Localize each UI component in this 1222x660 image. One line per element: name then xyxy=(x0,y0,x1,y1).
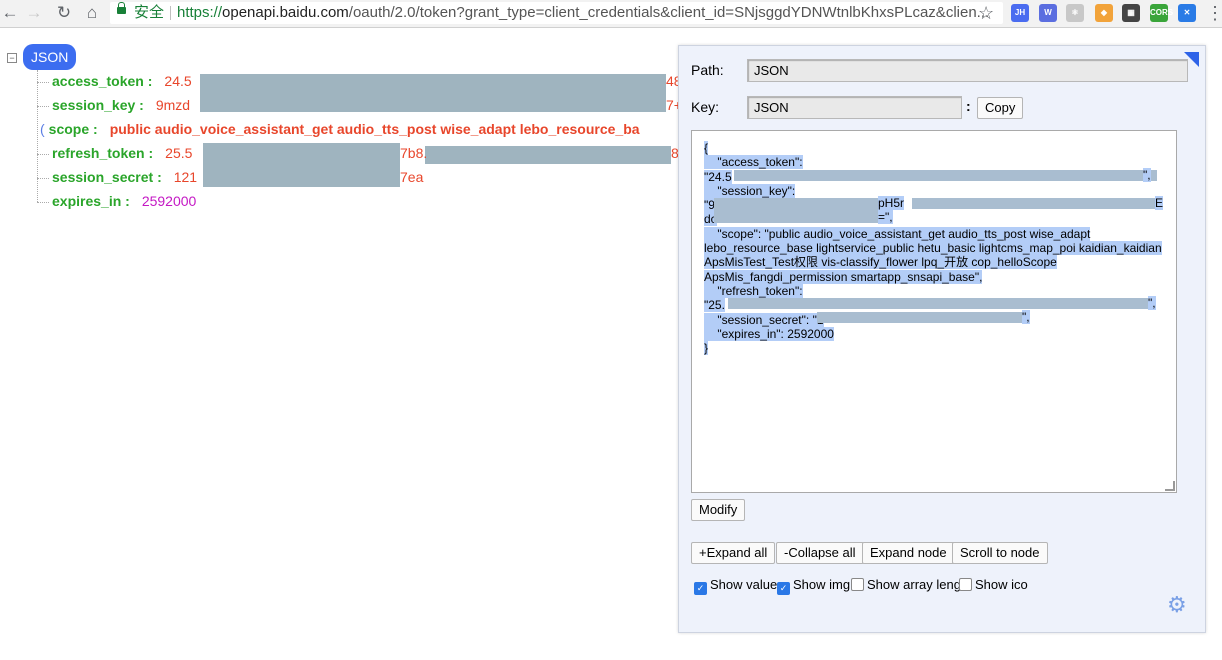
tree-row-expires-in[interactable]: expires_in : 2592000 xyxy=(37,190,196,212)
option-label: Show value xyxy=(710,577,778,592)
browser-menu-icon[interactable]: ⋮ xyxy=(1206,2,1222,24)
tree-key: access_token : xyxy=(52,73,153,89)
address-divider xyxy=(170,6,171,20)
tree-value: public audio_voice_assistant_get audio_t… xyxy=(109,121,640,137)
tree-key: expires_in : xyxy=(52,193,130,209)
check-icon[interactable]: ✓ xyxy=(777,582,790,595)
redaction-block xyxy=(817,312,1022,323)
tree-key: scope : xyxy=(48,121,98,137)
json-text-line: "expires_in": 2592000 xyxy=(704,326,834,341)
option-label: Show img xyxy=(793,577,851,592)
tree-row-session-secret[interactable]: session_secret : 121 xyxy=(37,166,197,188)
option-label: Show array leng xyxy=(867,577,961,592)
tree-key: session_secret : xyxy=(52,169,162,185)
url-path: /oauth/2.0/token?grant_type=client_crede… xyxy=(348,4,990,21)
redaction-block xyxy=(778,212,878,223)
resize-grip-icon[interactable] xyxy=(1165,481,1175,491)
path-label: Path: xyxy=(691,62,724,78)
json-text-line: { xyxy=(704,141,709,155)
tree-row-session-key[interactable]: session_key : 9mzd xyxy=(37,94,190,116)
redaction-block xyxy=(912,198,1155,209)
json-text-line: "refresh_token": xyxy=(704,283,803,298)
show-array-length-checkbox[interactable]: Show array leng xyxy=(851,577,961,593)
tree-key: session_key : xyxy=(52,97,144,113)
json-text-line: ApsMisTest_Test权限 vis-classify_flower lp… xyxy=(704,255,1057,270)
redaction-block xyxy=(200,74,666,112)
back-icon[interactable]: ← xyxy=(0,3,20,23)
collapse-toggle-icon[interactable]: − xyxy=(7,53,17,63)
json-text-fragment: =", xyxy=(878,210,893,224)
tree-value-mid: 7b8. xyxy=(400,145,428,161)
collapse-all-button[interactable]: -Collapse all xyxy=(776,542,864,564)
url-host: openapi.baidu.com xyxy=(222,4,349,21)
reload-icon[interactable]: ↻ xyxy=(54,3,74,23)
expand-all-button[interactable]: +Expand all xyxy=(691,542,776,564)
redaction-block xyxy=(728,298,1148,309)
checkbox-box[interactable] xyxy=(851,578,864,591)
tree-value: 121 xyxy=(173,169,198,185)
redaction-block xyxy=(203,143,400,187)
json-text-line: "scope": "public audio_voice_assistant_g… xyxy=(704,226,1091,241)
json-text-line: "access_token": xyxy=(704,155,803,170)
url-text[interactable]: https://openapi.baidu.com/oauth/2.0/toke… xyxy=(177,2,989,24)
blue-circle-extension-icon[interactable]: ✕ xyxy=(1178,4,1196,22)
bookmark-star-icon[interactable]: ☆ xyxy=(978,3,994,23)
tree-row-refresh-token[interactable]: refresh_token : 25.5 xyxy=(37,142,192,164)
json-textarea[interactable]: { "access_token": "24.5 "session_key": "9 d… xyxy=(691,130,1177,493)
checkbox-box[interactable] xyxy=(959,578,972,591)
tree-row-access-token[interactable]: access_token : 24.5 xyxy=(37,70,192,92)
option-label: Show ico xyxy=(975,577,1028,592)
address-bar[interactable]: 安全 https://openapi.baidu.com/oauth/2.0/t… xyxy=(110,2,1003,24)
show-img-checkbox[interactable]: ✓ Show img xyxy=(777,577,850,595)
tree-value-tail: 7ea xyxy=(400,169,424,185)
tree-value: 2592000 xyxy=(141,193,197,209)
json-text-line: } xyxy=(704,341,709,356)
selection-bracket-icon: ( xyxy=(40,121,45,137)
json-text-line: lebo_resource_base lightservice_public h… xyxy=(704,241,1162,256)
url-scheme: https:// xyxy=(177,4,223,21)
tree-key: refresh_token : xyxy=(52,145,154,161)
orange-extension-icon[interactable]: ◆ xyxy=(1095,4,1113,22)
json-text-fragment: ", xyxy=(1022,310,1030,324)
qr-extension-icon[interactable]: ▦ xyxy=(1122,4,1140,22)
gear-icon[interactable]: ⚙ xyxy=(1167,594,1187,616)
react-extension-icon[interactable]: ⚛ xyxy=(1066,4,1084,22)
browser-toolbar: ← → ↻ ⌂ 安全 https://openapi.baidu.com/oau… xyxy=(0,0,1222,28)
cors-extension-icon[interactable]: CORS xyxy=(1150,4,1173,22)
show-ico-checkbox[interactable]: Show ico xyxy=(959,577,1028,593)
json-editor-panel: Path: JSON Key: JSON : Copy { "access_to… xyxy=(678,45,1206,633)
lock-icon xyxy=(117,2,126,14)
scroll-to-node-button[interactable]: Scroll to node xyxy=(952,542,1048,564)
tree-value: 25.5 xyxy=(165,145,193,161)
path-field[interactable]: JSON xyxy=(747,59,1188,82)
copy-button[interactable]: Copy xyxy=(977,97,1024,119)
json-text-fragment: pH5r xyxy=(878,196,905,210)
tree-root-label[interactable]: JSON xyxy=(23,44,77,70)
json-text-line: ApsMis_fangdi_permission smartapp_snsapi… xyxy=(704,269,983,284)
jh-extension-icon[interactable]: JH xyxy=(1011,4,1029,22)
tree-row-scope[interactable]: (scope : public audio_voice_assistant_get… xyxy=(40,118,640,140)
secure-label: 安全 xyxy=(134,4,165,21)
tree-value: 9mzd xyxy=(155,97,191,113)
key-colon: : xyxy=(966,98,971,114)
home-icon[interactable]: ⌂ xyxy=(82,3,102,23)
key-label: Key: xyxy=(691,99,720,115)
json-text-fragment: ", xyxy=(1148,296,1156,310)
json-text-fragment: ", xyxy=(1143,168,1151,182)
expand-node-button[interactable]: Expand node xyxy=(862,542,955,564)
json-text-line: "session_key": xyxy=(704,183,796,198)
key-field[interactable]: JSON xyxy=(747,96,962,119)
ws-extension-icon[interactable]: W xyxy=(1039,4,1057,22)
forward-icon[interactable]: → xyxy=(24,3,44,23)
redaction-block xyxy=(425,146,671,164)
modify-button[interactable]: Modify xyxy=(691,499,746,521)
check-icon[interactable]: ✓ xyxy=(694,582,707,595)
redaction-block xyxy=(734,170,1157,181)
show-value-checkbox[interactable]: ✓ Show value xyxy=(694,577,777,595)
json-text-fragment: E xyxy=(1155,196,1164,210)
tree-value: 24.5 xyxy=(164,73,192,89)
